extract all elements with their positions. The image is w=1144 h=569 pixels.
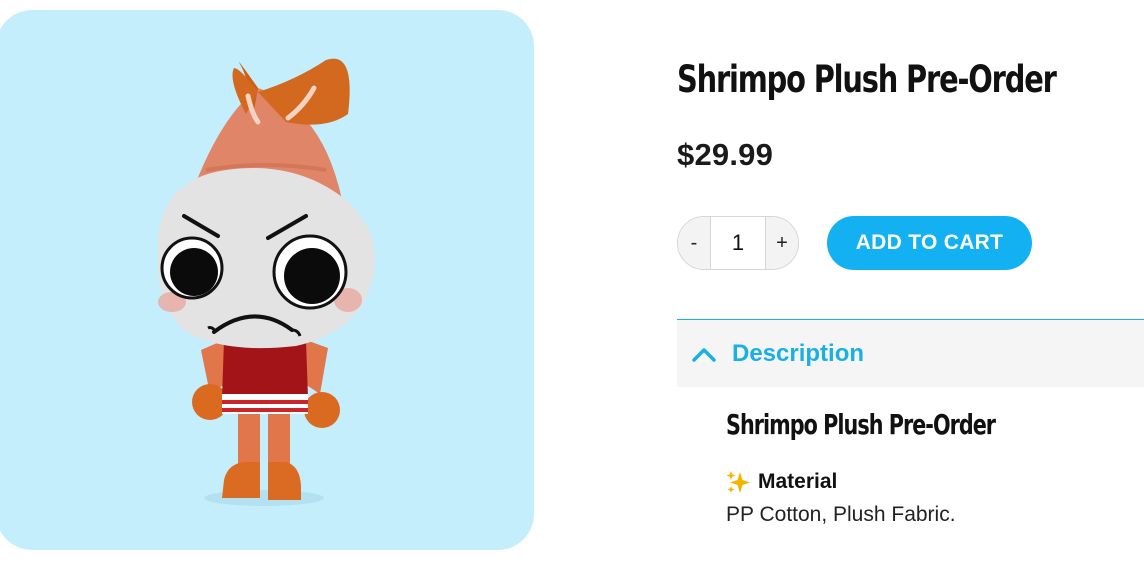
product-image[interactable] xyxy=(0,10,534,550)
description-accordion-toggle[interactable]: Description xyxy=(677,319,1144,387)
quantity-input[interactable] xyxy=(710,217,766,269)
quantity-stepper: - + xyxy=(677,216,799,270)
product-title: Shrimpo Plush Pre-Order xyxy=(677,58,1057,101)
product-price: $29.99 xyxy=(677,137,774,172)
shrimpo-plush-image xyxy=(157,58,375,506)
accordion-label: Description xyxy=(732,339,865,367)
increment-button[interactable]: + xyxy=(766,217,798,269)
sparkles-icon xyxy=(726,471,750,493)
product-page: Shrimpo Plush Pre-Order $29.99 - + ADD T… xyxy=(0,0,1144,569)
material-text: PP Cotton, Plush Fabric. xyxy=(726,503,956,526)
product-info: Shrimpo Plush Pre-Order $29.99 - + ADD T… xyxy=(677,0,1144,569)
add-to-cart-button[interactable]: ADD TO CART xyxy=(827,216,1032,270)
description-panel: Shrimpo Plush Pre-Order Material PP Cott… xyxy=(726,408,1136,527)
description-title: Shrimpo Plush Pre-Order xyxy=(726,408,996,441)
chevron-up-icon xyxy=(692,347,716,362)
material-heading: Material xyxy=(758,470,838,493)
decrement-button[interactable]: - xyxy=(678,217,710,269)
material-heading-row: Material xyxy=(726,469,1136,495)
